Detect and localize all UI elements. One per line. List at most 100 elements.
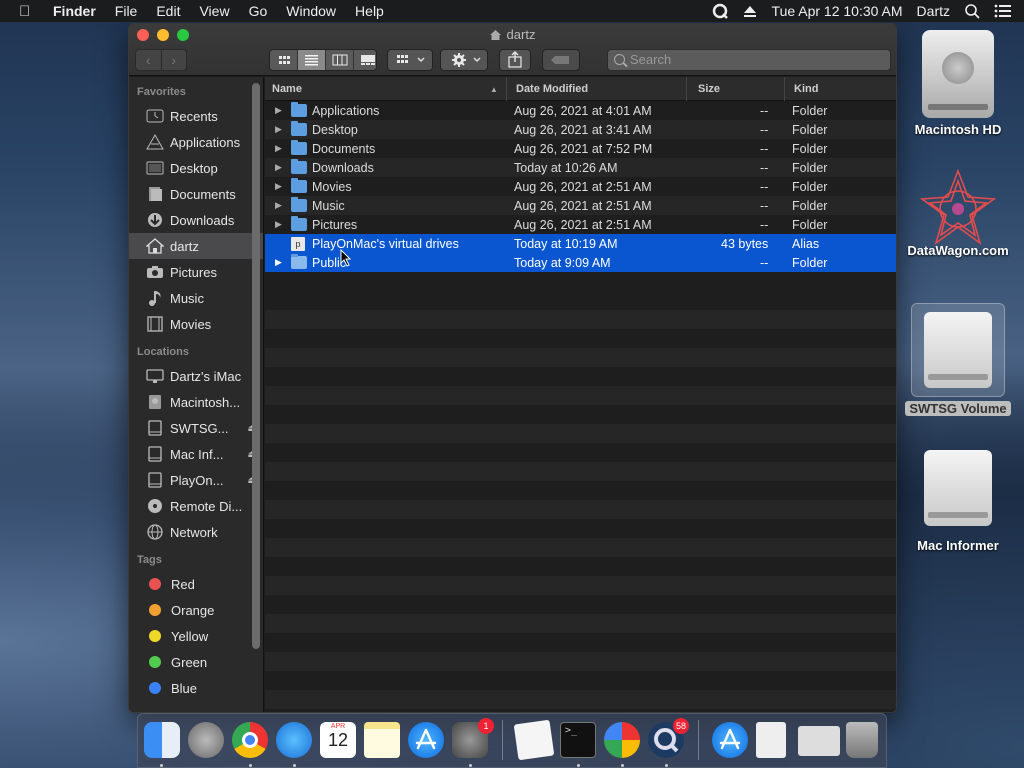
file-row-applications[interactable]: ▶ Applications Aug 26, 2021 at 4:01 AM -… <box>265 101 896 120</box>
menu-view[interactable]: View <box>199 3 229 19</box>
disclosure-triangle-icon[interactable]: ▶ <box>275 257 282 268</box>
disclosure-triangle-icon[interactable]: ▶ <box>275 219 282 230</box>
disclosure-triangle-icon[interactable]: ▶ <box>275 143 282 154</box>
file-name: Downloads <box>312 160 374 175</box>
menubar-clock[interactable]: Tue Apr 12 10:30 AM <box>772 3 903 19</box>
sidebar-tag-orange[interactable]: Orange <box>129 597 263 623</box>
gallery-view-button[interactable] <box>354 50 376 70</box>
tag-color-dot <box>149 578 161 590</box>
sidebar-item-pictures[interactable]: Pictures <box>129 259 263 285</box>
sidebar-item-movies[interactable]: Movies <box>129 311 263 337</box>
file-row-downloads[interactable]: ▶ Downloads Today at 10:26 AM -- Folder <box>265 158 896 177</box>
list-empty-area[interactable] <box>265 291 896 712</box>
menu-finder[interactable]: Finder <box>53 3 96 19</box>
favorites-header: Favorites <box>137 86 186 98</box>
file-row-desktop[interactable]: ▶ Desktop Aug 26, 2021 at 3:41 AM -- Fol… <box>265 120 896 139</box>
sidebar-tag-red[interactable]: Red <box>129 571 263 597</box>
sidebar-item-recents[interactable]: Recents <box>129 103 263 129</box>
column-view-button[interactable] <box>326 50 354 70</box>
column-header-date[interactable]: Date Modified <box>516 83 588 95</box>
safari-dock-icon[interactable] <box>276 722 312 758</box>
sidebar-item-documents[interactable]: Documents <box>129 181 263 207</box>
menu-edit[interactable]: Edit <box>156 3 180 19</box>
file-date: Today at 9:09 AM <box>514 255 611 270</box>
sidebar-item-mac-informer[interactable]: Mac Inf... ⏏ <box>129 441 263 467</box>
quicktime-status-icon[interactable] <box>712 3 728 19</box>
folder-icon <box>291 102 307 117</box>
textedit-dock-icon[interactable] <box>513 719 555 761</box>
sidebar-tag-yellow[interactable]: Yellow <box>129 623 263 649</box>
sidebar-item-remote-disc[interactable]: Remote Di... <box>129 493 263 519</box>
column-header-name[interactable]: Name <box>272 83 302 95</box>
disclosure-triangle-icon[interactable]: ▶ <box>275 124 282 135</box>
notification-center-icon[interactable] <box>994 3 1011 19</box>
share-button[interactable] <box>499 49 531 71</box>
sidebar-item-network[interactable]: Network <box>129 519 263 545</box>
sort-ascending-icon[interactable]: ▲ <box>490 85 498 94</box>
file-row-documents[interactable]: ▶ Documents Aug 26, 2021 at 7:52 PM -- F… <box>265 139 896 158</box>
launchpad-dock-icon[interactable] <box>188 722 224 758</box>
menu-window[interactable]: Window <box>286 3 336 19</box>
file-date: Aug 26, 2021 at 2:51 AM <box>514 179 652 194</box>
sidebar-item-swtsg[interactable]: SWTSG... ⏏ <box>129 415 263 441</box>
file-kind: Folder <box>792 198 828 213</box>
menubar-user[interactable]: Dartz <box>917 3 950 19</box>
sidebar: Favorites Recents Applications Desktop D… <box>129 77 264 712</box>
group-by-button[interactable] <box>387 49 433 71</box>
playonmac-dock-icon[interactable] <box>604 722 640 758</box>
sidebar-item-label: PlayOn... <box>170 472 224 488</box>
eject-status-icon[interactable] <box>742 3 758 19</box>
menu-go[interactable]: Go <box>249 3 268 19</box>
sidebar-tag-blue[interactable]: Blue <box>129 675 263 701</box>
file-row-playonmac-drives[interactable]: p PlayOnMac's virtual drives Today at 10… <box>265 234 896 253</box>
back-button[interactable]: ‹ <box>136 50 162 70</box>
desktop-icon-mac-informer[interactable]: Mac Informer <box>903 450 1013 553</box>
sidebar-item-downloads[interactable]: Downloads <box>129 207 263 233</box>
sidebar-scrollbar[interactable] <box>252 83 260 649</box>
search-field[interactable]: Search <box>607 49 891 71</box>
sidebar-item-playonmac[interactable]: PlayOn... ⏏ <box>129 467 263 493</box>
app-store-dock-icon[interactable] <box>408 722 444 758</box>
mouse-cursor-icon <box>340 249 352 267</box>
disclosure-triangle-icon[interactable]: ▶ <box>275 181 282 192</box>
chrome-dock-icon[interactable] <box>232 722 268 758</box>
sidebar-item-desktop[interactable]: Desktop <box>129 155 263 181</box>
file-row-pictures[interactable]: ▶ Pictures Aug 26, 2021 at 2:51 AM -- Fo… <box>265 215 896 234</box>
desktop-icon-datawagon[interactable]: DataWagon.com <box>903 167 1013 258</box>
sidebar-item-dartz[interactable]: dartz <box>129 233 263 259</box>
sidebar-item-music[interactable]: Music <box>129 285 263 311</box>
file-row-public[interactable]: ▶ Public Today at 9:09 AM -- Folder <box>265 253 896 272</box>
forward-button[interactable]: › <box>162 50 187 70</box>
notes-dock-icon[interactable] <box>364 722 400 758</box>
column-header-size[interactable]: Size <box>698 83 720 95</box>
action-gear-button[interactable] <box>440 49 488 71</box>
sidebar-item-imac[interactable]: Dartz's iMac <box>129 363 263 389</box>
disclosure-triangle-icon[interactable]: ▶ <box>275 105 282 116</box>
file-row-movies[interactable]: ▶ Movies Aug 26, 2021 at 2:51 AM -- Fold… <box>265 177 896 196</box>
finder-dock-icon[interactable] <box>144 722 180 758</box>
file-row-music[interactable]: ▶ Music Aug 26, 2021 at 2:51 AM -- Folde… <box>265 196 896 215</box>
document-dock-icon[interactable] <box>756 722 786 758</box>
disclosure-triangle-icon[interactable]: ▶ <box>275 200 282 211</box>
edit-tags-button[interactable] <box>542 49 580 71</box>
calendar-dock-icon[interactable]: APR 12 <box>320 722 356 758</box>
apple-menu-icon[interactable]:  <box>19 3 37 20</box>
icon-view-button[interactable] <box>270 50 298 70</box>
sidebar-tag-green[interactable]: Green <box>129 649 263 675</box>
sidebar-item-macintosh-hd[interactable]: Macintosh... <box>129 389 263 415</box>
desktop-icon-macintosh-hd[interactable]: Macintosh HD <box>903 30 1013 137</box>
list-view-button[interactable] <box>298 50 326 70</box>
disclosure-triangle-icon[interactable]: ▶ <box>275 162 282 173</box>
desktop-icon-swtsg-volume[interactable]: SWTSG Volume <box>903 303 1013 416</box>
terminal-dock-icon[interactable]: >_ <box>560 722 596 758</box>
menu-help[interactable]: Help <box>355 3 384 19</box>
trash-dock-icon[interactable] <box>846 722 878 758</box>
spotlight-icon[interactable] <box>964 3 980 19</box>
app-store-folder-dock-icon[interactable] <box>712 722 748 758</box>
menu-file[interactable]: File <box>115 3 138 19</box>
preview-dock-icon[interactable] <box>798 726 840 756</box>
column-header-kind[interactable]: Kind <box>794 83 818 95</box>
external-drive-icon <box>924 450 992 526</box>
file-date: Aug 26, 2021 at 3:41 AM <box>514 122 652 137</box>
sidebar-item-applications[interactable]: Applications <box>129 129 263 155</box>
